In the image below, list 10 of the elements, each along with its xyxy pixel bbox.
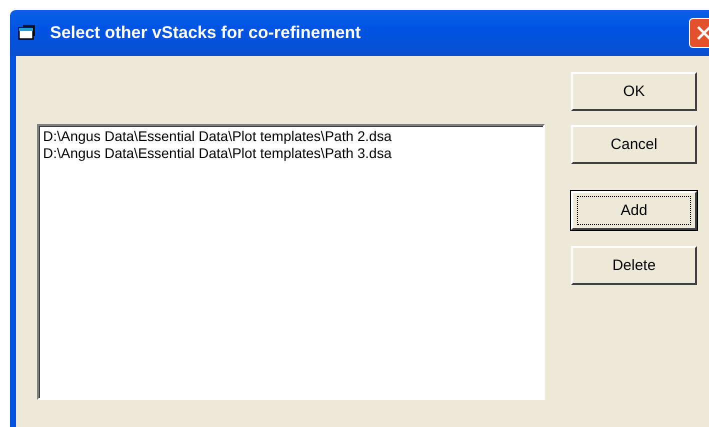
file-list[interactable]: D:\Angus Data\Essential Data\Plot templates\Path 2.dsa D:\Angus Data\Essential Data\Plot templates\Path 3.dsa: [37, 124, 545, 400]
dialog-button[interactable]: Add: [571, 191, 697, 230]
dialog-button[interactable]: OK: [571, 72, 697, 111]
close-icon: [696, 25, 709, 41]
dialog-button[interactable]: Cancel: [571, 125, 697, 164]
window-title: Select other vStacks for co-refinement: [50, 23, 362, 43]
window-icon: [18, 25, 36, 41]
file-list-item[interactable]: D:\Angus Data\Essential Data\Plot templates\Path 3.dsa: [43, 145, 539, 162]
dialog-button[interactable]: Delete: [571, 246, 697, 285]
file-list-item[interactable]: D:\Angus Data\Essential Data\Plot templates\Path 2.dsa: [43, 128, 539, 145]
